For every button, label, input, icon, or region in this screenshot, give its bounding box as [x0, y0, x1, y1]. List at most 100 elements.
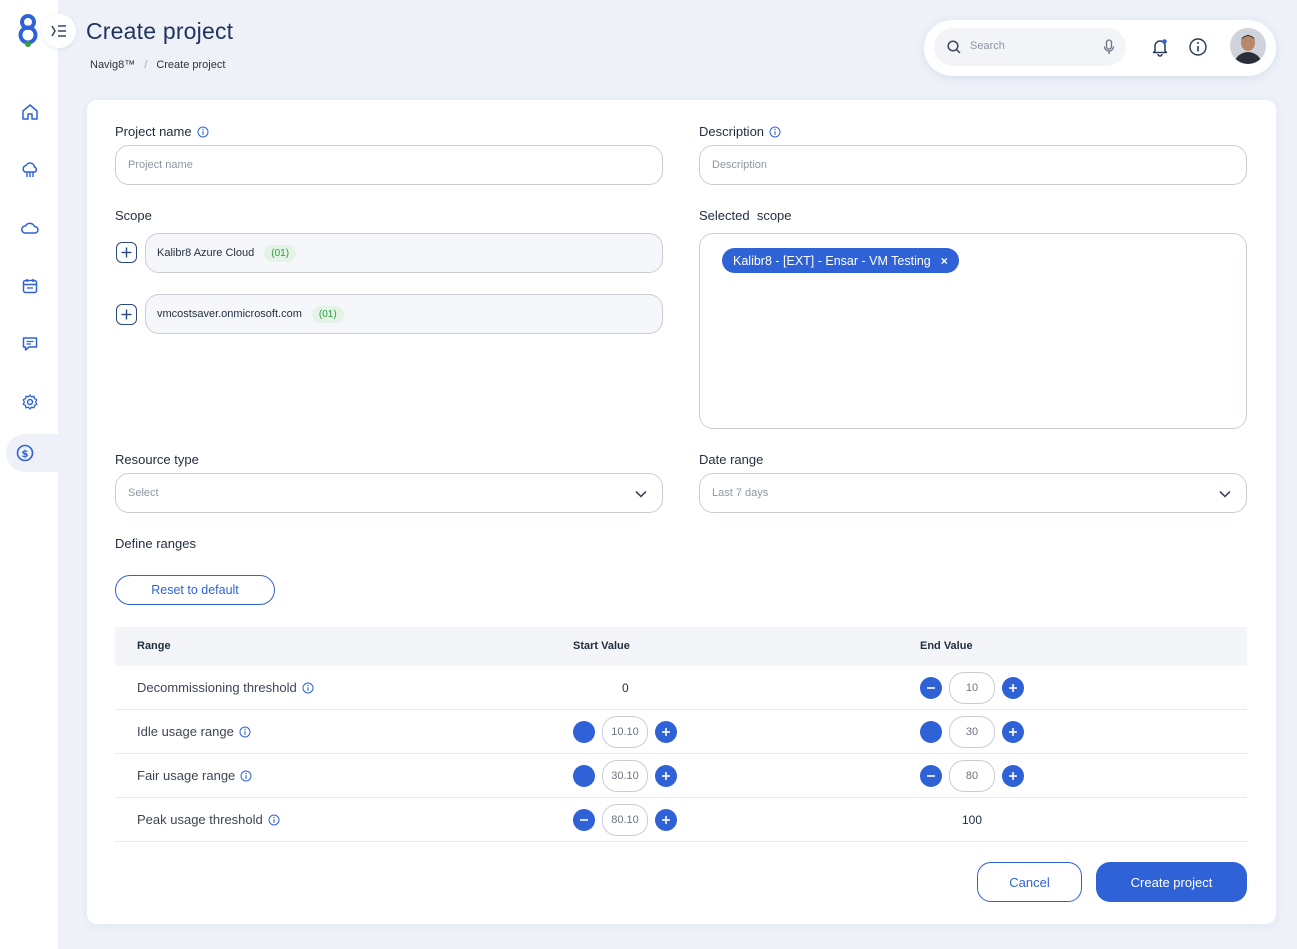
notification-bell-icon[interactable] [1150, 37, 1170, 57]
info-icon[interactable] [769, 126, 781, 138]
description-placeholder: Description [712, 159, 768, 171]
info-icon[interactable] [302, 682, 314, 694]
sidebar-item-cloud[interactable] [12, 210, 48, 246]
description-input[interactable]: Description [699, 145, 1247, 185]
home-icon [22, 104, 38, 120]
chat-icon [22, 337, 38, 351]
breadcrumb-home[interactable]: Navig8™ [90, 59, 135, 71]
search-box[interactable]: Search [934, 28, 1126, 66]
project-name-placeholder: Project name [128, 159, 193, 171]
expand-scope-button[interactable] [116, 242, 137, 263]
minus-icon [580, 819, 588, 821]
page-title: Create project [86, 18, 234, 44]
decrement-button[interactable] [573, 765, 595, 787]
top-bar: Search [924, 20, 1276, 76]
resource-type-label: Resource type [115, 452, 199, 467]
info-icon[interactable] [239, 726, 251, 738]
start-value-input[interactable]: 80.10 [602, 804, 648, 836]
plus-icon [662, 772, 670, 780]
date-range-select[interactable]: Last 7 days [699, 473, 1247, 513]
reset-to-default-button[interactable]: Reset to default [115, 575, 275, 605]
decrement-button[interactable] [573, 721, 595, 743]
increment-button[interactable] [655, 809, 677, 831]
selected-scope-box: Kalibr8 - [EXT] - Ensar - VM Testing × [699, 233, 1247, 429]
minus-icon [927, 775, 935, 777]
scope-item[interactable]: vmcostsaver.onmicrosoft.com (01) [145, 294, 663, 334]
range-name: Fair usage range [137, 768, 252, 783]
range-name: Decommissioning threshold [137, 680, 314, 695]
sidebar-item-cloud-network[interactable] [12, 152, 48, 188]
user-avatar[interactable] [1230, 28, 1266, 64]
expand-scope-button[interactable] [116, 304, 137, 325]
info-icon[interactable] [268, 814, 280, 826]
table-row: Fair usage range 30.10 80 [115, 754, 1247, 798]
sidebar-item-calendar[interactable] [12, 268, 48, 304]
increment-button[interactable] [655, 721, 677, 743]
microphone-icon[interactable] [1102, 39, 1116, 55]
info-icon[interactable] [1188, 37, 1208, 57]
increment-button[interactable] [1002, 677, 1024, 699]
decrement-button[interactable] [920, 677, 942, 699]
plus-icon [121, 309, 132, 320]
sidebar-item-settings[interactable] [12, 384, 48, 420]
define-ranges-label: Define ranges [115, 536, 196, 551]
resource-type-placeholder: Select [128, 487, 159, 499]
column-header-start-value: Start Value [573, 640, 630, 652]
ranges-table-header: Range Start Value End Value [115, 627, 1247, 666]
plus-icon [662, 728, 670, 736]
cancel-button[interactable]: Cancel [977, 862, 1082, 902]
settings-icon [22, 394, 38, 410]
info-icon[interactable] [240, 770, 252, 782]
end-value-input[interactable]: 80 [949, 760, 995, 792]
start-value-stepper: 80.10 [573, 804, 679, 836]
plus-icon [1009, 728, 1017, 736]
info-icon[interactable] [197, 126, 209, 138]
range-name: Idle usage range [137, 724, 251, 739]
column-header-range: Range [137, 640, 171, 652]
search-icon [947, 40, 961, 54]
sidebar-item-chat[interactable] [12, 326, 48, 362]
decrement-button[interactable] [920, 765, 942, 787]
end-value-input[interactable]: 10 [949, 672, 995, 704]
svg-text:$: $ [22, 449, 29, 460]
selected-scope-label: Selected scope [699, 208, 792, 223]
create-project-form: Project name Project name Description De… [87, 100, 1276, 924]
start-value-stepper: 30.10 [573, 760, 679, 792]
sidebar-item-home[interactable] [12, 94, 48, 130]
increment-button[interactable] [1002, 721, 1024, 743]
scope-count-badge: (01) [311, 305, 344, 323]
plus-icon [662, 816, 670, 824]
range-name: Peak usage threshold [137, 812, 280, 827]
start-value-input[interactable]: 10.10 [602, 716, 648, 748]
end-value-input[interactable]: 30 [949, 716, 995, 748]
start-value-input[interactable]: 30.10 [602, 760, 648, 792]
column-header-end-value: End Value [920, 640, 973, 652]
table-row: Idle usage range 10.10 30 [115, 710, 1247, 754]
project-name-input[interactable]: Project name [115, 145, 663, 185]
minus-icon [927, 687, 935, 689]
search-input[interactable]: Search [970, 40, 1005, 52]
sidebar-item-cost[interactable]: $ [6, 434, 58, 472]
menu-collapse-icon [51, 25, 66, 37]
scope-item[interactable]: Kalibr8 Azure Cloud (01) [145, 233, 663, 273]
scope-item-name: vmcostsaver.onmicrosoft.com [157, 308, 302, 320]
remove-chip-icon[interactable]: × [941, 254, 948, 268]
end-value-stepper: 80 [920, 760, 1026, 792]
increment-button[interactable] [655, 765, 677, 787]
date-range-value: Last 7 days [712, 487, 769, 499]
resource-type-select[interactable]: Select [115, 473, 663, 513]
date-range-label: Date range [699, 452, 764, 467]
create-project-button[interactable]: Create project [1096, 862, 1247, 902]
end-value: 100 [962, 813, 983, 827]
cloud-icon [21, 222, 39, 234]
decrement-button[interactable] [920, 721, 942, 743]
scope-item-name: Kalibr8 Azure Cloud [157, 247, 255, 259]
navig8-logo[interactable] [16, 14, 40, 48]
plus-icon [121, 247, 132, 258]
decrement-button[interactable] [573, 809, 595, 831]
increment-button[interactable] [1002, 765, 1024, 787]
collapse-sidebar-button[interactable] [42, 14, 76, 48]
selected-scope-chip: Kalibr8 - [EXT] - Ensar - VM Testing × [722, 248, 959, 273]
end-value-stepper: 30 [920, 716, 1026, 748]
table-row: Peak usage threshold 80.10 100 [115, 798, 1247, 842]
